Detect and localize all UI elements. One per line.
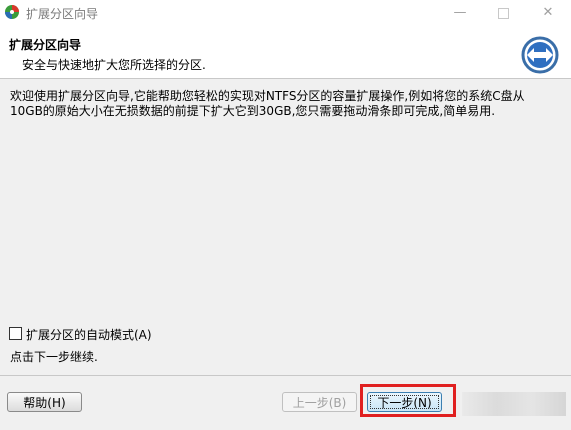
title-bar: 扩展分区向导 — ✕ — [0, 0, 571, 26]
wizard-content: 欢迎使用扩展分区向导,它能帮助您轻松的实现对NTFS分区的容量扩展操作,例如将您… — [0, 79, 571, 430]
highlight-box — [360, 384, 456, 417]
minimize-button[interactable]: — — [440, 2, 480, 24]
auto-mode-label[interactable]: 扩展分区的自动模式(A) — [26, 326, 152, 343]
watermark-blur — [462, 392, 566, 416]
header-subtitle: 安全与快速地扩大您所选择的分区. — [22, 58, 206, 72]
expand-arrows-icon — [521, 36, 559, 74]
window-title: 扩展分区向导 — [26, 7, 99, 21]
divider — [0, 375, 571, 376]
continue-hint: 点击下一步继续. — [10, 350, 98, 364]
wizard-header: 扩展分区向导 安全与快速地扩大您所选择的分区. — [0, 26, 571, 79]
close-button[interactable]: ✕ — [528, 2, 568, 24]
description-text: 欢迎使用扩展分区向导,它能帮助您轻松的实现对NTFS分区的容量扩展操作,例如将您… — [10, 89, 525, 118]
header-title: 扩展分区向导 — [9, 38, 82, 52]
maximize-button[interactable] — [483, 2, 523, 24]
help-button[interactable]: 帮助(H) — [7, 392, 82, 412]
prev-button[interactable]: 上一步(B) — [282, 392, 357, 412]
app-logo-icon — [5, 5, 19, 19]
auto-mode-checkbox[interactable] — [9, 327, 22, 340]
